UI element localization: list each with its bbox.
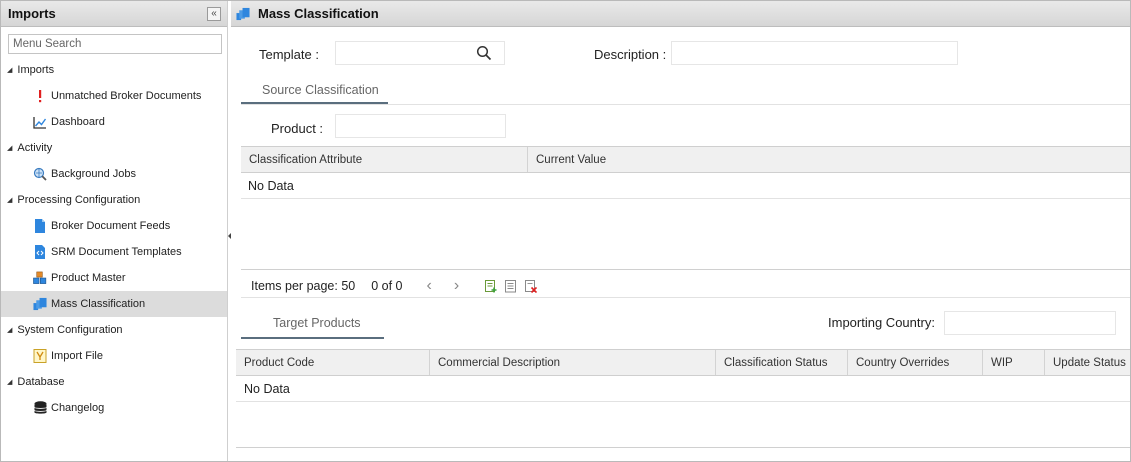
menu-item-srm-document-templates[interactable]: SRM Document Templates [1, 239, 227, 265]
active-tab-underline [241, 337, 384, 339]
importing-country-label: Importing Country: [828, 315, 935, 330]
pager-range: 0 of 0 [371, 279, 403, 293]
next-page-button[interactable]: › [454, 277, 459, 295]
column-header-country-overrides[interactable]: Country Overrides [848, 350, 983, 375]
description-label: Description : [594, 47, 667, 62]
menu-item-label: Product Master [51, 272, 126, 284]
menu-group-label: Processing Configuration [17, 194, 141, 206]
add-row-icon[interactable] [485, 279, 497, 293]
main-header: Mass Classification [231, 1, 1130, 27]
source-grid-empty-text: No Data [248, 179, 294, 193]
edit-rows-icon[interactable] [505, 279, 517, 293]
menu-item-label: Dashboard [51, 116, 105, 128]
menu-group-label: System Configuration [17, 324, 123, 336]
menu-group-imports[interactable]: ◢ Imports [1, 57, 227, 83]
menu-group-label: Activity [17, 142, 53, 154]
database-icon [33, 401, 47, 415]
grid-row-divider [236, 401, 1130, 402]
collapse-sidebar-button[interactable]: « [207, 6, 221, 21]
menu-group-system-configuration[interactable]: ◢ System Configuration [1, 317, 227, 343]
target-grid-empty-text: No Data [244, 382, 290, 396]
column-header-commercial-description[interactable]: Commercial Description [430, 350, 716, 375]
page-title: Mass Classification [258, 6, 379, 21]
menu-item-label: Unmatched Broker Documents [51, 90, 202, 102]
grid-row-divider [241, 198, 1130, 199]
target-grid-header: Product Code Commercial Description Clas… [236, 349, 1130, 376]
menu-item-dashboard[interactable]: Dashboard [1, 109, 227, 135]
column-header-product-code[interactable]: Product Code [236, 350, 430, 375]
expanded-caret-icon: ◢ [7, 197, 13, 204]
delete-row-icon[interactable] [525, 279, 538, 293]
pager: Items per page: 50 0 of 0 ‹ › [251, 277, 538, 295]
column-header-wip[interactable]: WIP [983, 350, 1045, 375]
importing-country-field[interactable] [944, 311, 1116, 335]
column-header-classification-status[interactable]: Classification Status [716, 350, 848, 375]
grid-bottom-border [236, 447, 1130, 448]
stacked-folders-icon [236, 7, 250, 21]
line-chart-icon [33, 115, 47, 129]
tab-source-classification[interactable]: Source Classification [262, 83, 379, 97]
menu-group-label: Database [17, 376, 65, 388]
grid-bottom-border [241, 269, 1130, 270]
tab-divider [241, 104, 1130, 105]
tab-target-products[interactable]: Target Products [273, 316, 361, 330]
description-field[interactable] [671, 41, 958, 65]
menu-item-label: Changelog [51, 402, 105, 414]
cubes-icon [33, 271, 47, 285]
menu-item-label: Mass Classification [51, 298, 146, 310]
product-label: Product : [271, 121, 324, 136]
menu-item-product-master[interactable]: Product Master [1, 265, 227, 291]
menu-item-mass-classification[interactable]: Mass Classification [1, 291, 227, 317]
main-panel: Mass Classification Template : Descripti… [231, 1, 1130, 461]
pager-divider [241, 297, 1130, 298]
document-icon [33, 219, 47, 233]
menu-item-label: Broker Document Feeds [51, 220, 171, 232]
items-per-page-selector[interactable]: Items per page: 50 [251, 279, 355, 293]
menu-item-broker-document-feeds[interactable]: Broker Document Feeds [1, 213, 227, 239]
menu-group-label: Imports [17, 64, 55, 76]
search-icon[interactable] [476, 45, 492, 64]
menu-group-processing-configuration[interactable]: ◢ Processing Configuration [1, 187, 227, 213]
expanded-caret-icon: ◢ [7, 379, 13, 386]
column-header-current-value[interactable]: Current Value [528, 147, 1130, 172]
sidebar: Imports « ◢ Imports Unmatched Broker Doc… [1, 1, 228, 461]
template-field[interactable] [335, 41, 505, 65]
menu-tree: ◢ Imports Unmatched Broker Documents Das… [1, 57, 227, 421]
search-globe-icon [33, 167, 47, 181]
alert-icon [33, 89, 47, 103]
menu-item-background-jobs[interactable]: Background Jobs [1, 161, 227, 187]
menu-search-input[interactable] [8, 34, 222, 54]
menu-item-label: SRM Document Templates [51, 246, 182, 258]
menu-group-activity[interactable]: ◢ Activity [1, 135, 227, 161]
sidebar-title: Imports [8, 6, 56, 21]
code-document-icon [33, 245, 47, 259]
source-grid-header: Classification Attribute Current Value [241, 146, 1130, 173]
template-label: Template : [259, 47, 319, 62]
menu-item-import-file[interactable]: Import File [1, 343, 227, 369]
product-field[interactable] [335, 114, 506, 138]
sidebar-header: Imports « [1, 1, 227, 27]
stacked-folders-icon [33, 297, 47, 311]
expanded-caret-icon: ◢ [7, 67, 13, 74]
menu-item-label: Background Jobs [51, 168, 136, 180]
column-header-update-status[interactable]: Update Status [1045, 350, 1130, 375]
column-header-classification-attribute[interactable]: Classification Attribute [241, 147, 528, 172]
menu-item-unmatched-broker-documents[interactable]: Unmatched Broker Documents [1, 83, 227, 109]
import-file-icon [33, 349, 47, 363]
prev-page-button[interactable]: ‹ [427, 277, 432, 295]
menu-item-label: Import File [51, 350, 103, 362]
expanded-caret-icon: ◢ [7, 327, 13, 334]
menu-group-database[interactable]: ◢ Database [1, 369, 227, 395]
expanded-caret-icon: ◢ [7, 145, 13, 152]
menu-item-changelog[interactable]: Changelog [1, 395, 227, 421]
